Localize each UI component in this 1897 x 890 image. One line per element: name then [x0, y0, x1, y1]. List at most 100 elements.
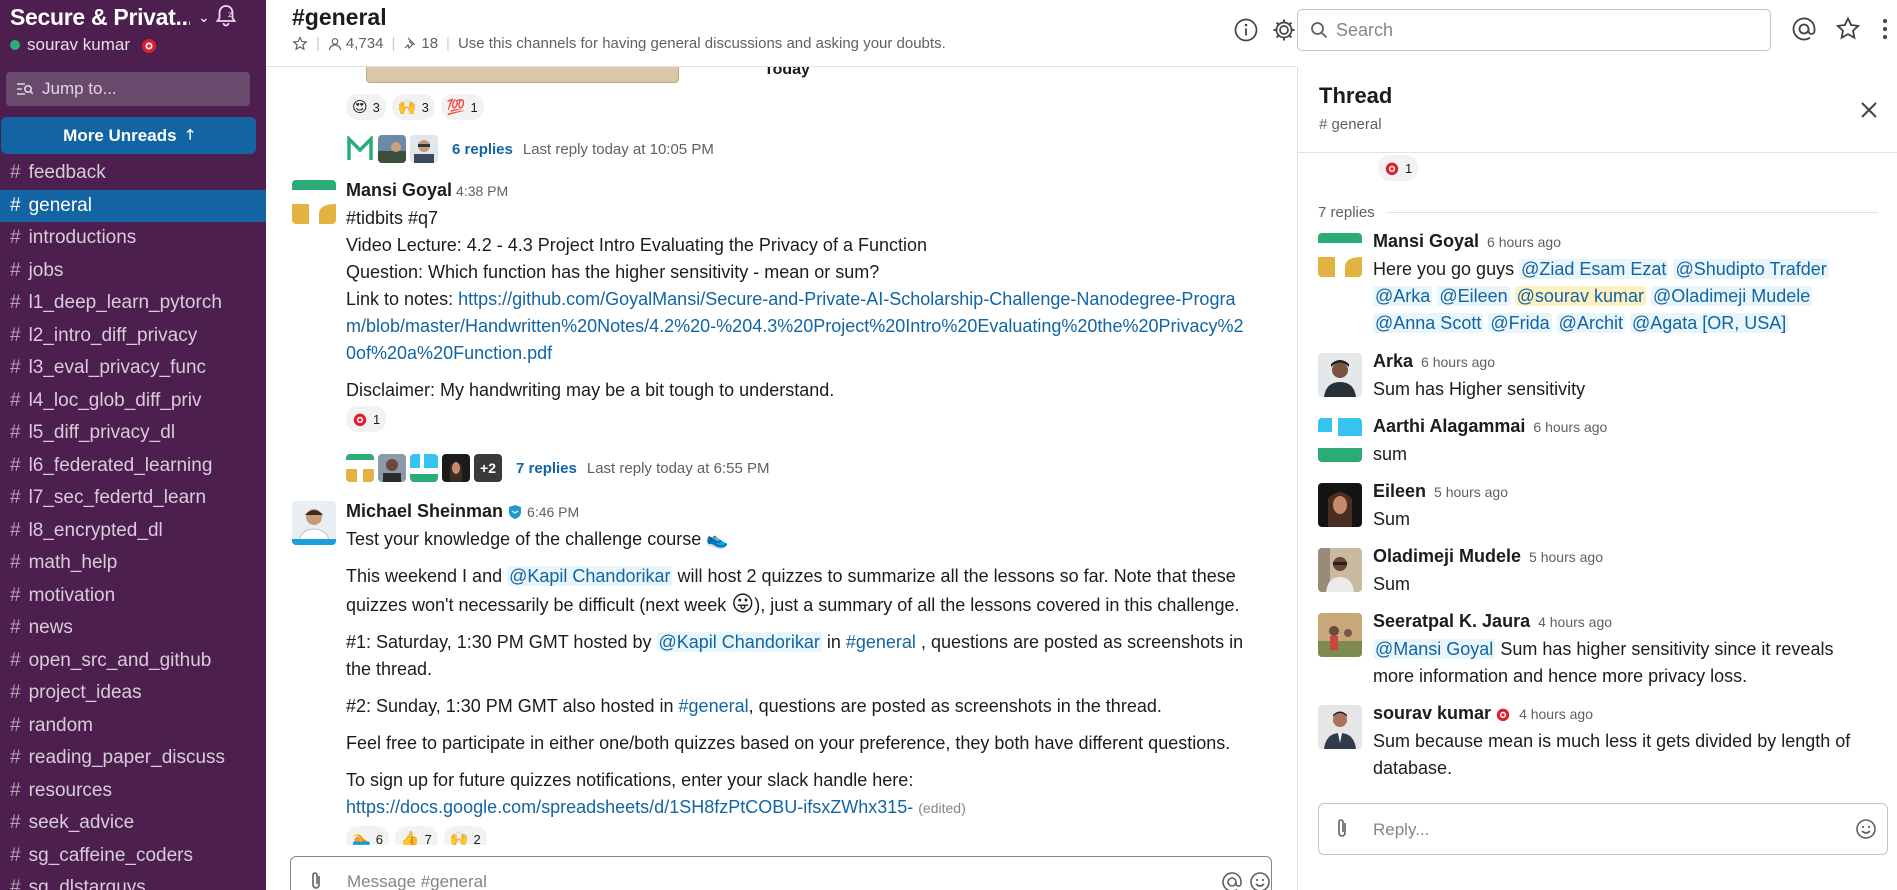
emoji-picker-icon[interactable]: [1249, 871, 1271, 890]
sidebar-channel-reading_paper_discuss[interactable]: # reading_paper_discuss: [0, 742, 266, 775]
sidebar-channel-jobs[interactable]: # jobs: [0, 255, 266, 288]
star-icon[interactable]: [292, 35, 308, 52]
message-composer[interactable]: Message #general: [290, 856, 1272, 890]
user-mention[interactable]: @Oladimeji Mudele: [1650, 286, 1813, 306]
reaction-chip[interactable]: 💯 1: [440, 94, 484, 120]
channel-topic[interactable]: Use this channels for having general dis…: [458, 35, 946, 52]
reply-count[interactable]: 7 replies: [516, 460, 577, 477]
message-timestamp[interactable]: 6 hours ago: [1487, 234, 1561, 250]
avatar[interactable]: [1318, 705, 1362, 749]
user-mention[interactable]: @Frida: [1488, 313, 1552, 333]
user-mention[interactable]: @Anna Scott: [1373, 313, 1484, 333]
message-author[interactable]: sourav kumar: [1373, 703, 1491, 723]
emoji-picker-icon[interactable]: [1855, 818, 1877, 840]
sidebar-channel-l7_sec_federtd_learn[interactable]: # l7_sec_federtd_learn: [0, 482, 266, 515]
sidebar-channel-random[interactable]: # random: [0, 710, 266, 743]
notes-link[interactable]: https://github.com/GoyalMansi/Secure-and…: [346, 289, 1244, 363]
avatar[interactable]: [1318, 418, 1362, 462]
avatar[interactable]: [1318, 233, 1362, 277]
notification-bell-icon[interactable]: z: [213, 2, 239, 28]
message-author[interactable]: Seeratpal K. Jaura: [1373, 611, 1530, 631]
sidebar-channel-l6_federated_learning[interactable]: # l6_federated_learning: [0, 450, 266, 483]
message-timestamp[interactable]: 6 hours ago: [1421, 354, 1495, 370]
message-timestamp[interactable]: 6:46 PM: [527, 504, 579, 520]
sidebar-channel-introductions[interactable]: # introductions: [0, 222, 266, 255]
reaction-chip[interactable]: 👍 7: [394, 826, 438, 845]
previous-message-image[interactable]: [366, 67, 679, 83]
sidebar-channel-l8_encrypted_dl[interactable]: # l8_encrypted_dl: [0, 515, 266, 548]
paperclip-icon[interactable]: [307, 871, 325, 890]
avatar[interactable]: [292, 501, 336, 545]
more-unreads-button[interactable]: More Unreads 🡑: [1, 117, 256, 154]
avatar[interactable]: [1318, 353, 1362, 397]
sidebar-channel-news[interactable]: # news: [0, 612, 266, 645]
sidebar-channel-l1_deep_learn_pytorch[interactable]: # l1_deep_learn_pytorch: [0, 287, 266, 320]
member-count[interactable]: 4,734: [328, 35, 383, 52]
message-author[interactable]: Mansi Goyal: [346, 180, 452, 200]
thread-summary[interactable]: +2 7 replies Last reply today at 6:55 PM: [346, 453, 769, 483]
message-timestamp[interactable]: 5 hours ago: [1529, 549, 1603, 565]
mentions-icon[interactable]: [1791, 16, 1817, 42]
reply-count[interactable]: 6 replies: [452, 141, 513, 158]
close-icon[interactable]: [1858, 99, 1880, 121]
channel-link[interactable]: #general: [846, 632, 916, 652]
channel-link[interactable]: #general: [679, 696, 749, 716]
message-author[interactable]: Michael Sheinman: [346, 501, 503, 521]
reaction-chip[interactable]: 🙌 2: [443, 826, 487, 845]
channel-title[interactable]: #general: [292, 4, 387, 31]
sidebar-channel-sg_dlstarguys[interactable]: # sg_dlstarguys: [0, 872, 266, 890]
sidebar-channel-feedback[interactable]: # feedback: [0, 157, 266, 190]
thread-summary[interactable]: 6 replies Last reply today at 10:05 PM: [346, 134, 714, 164]
avatar[interactable]: [1318, 483, 1362, 527]
reaction-chip[interactable]: 1: [346, 406, 387, 432]
message-timestamp[interactable]: 4 hours ago: [1538, 614, 1612, 630]
chevron-down-icon[interactable]: ⌄: [198, 9, 210, 26]
thread-reply-input[interactable]: Reply...: [1318, 803, 1888, 855]
message-author[interactable]: Aarthi Alagammai: [1373, 416, 1525, 436]
avatar[interactable]: [1318, 613, 1362, 657]
reaction-chip[interactable]: 🏊 6: [346, 826, 389, 845]
sidebar-channel-l2_intro_diff_privacy[interactable]: # l2_intro_diff_privacy: [0, 320, 266, 353]
reaction-chip[interactable]: 1: [1378, 155, 1419, 181]
gear-icon[interactable]: [1271, 17, 1297, 43]
avatar[interactable]: [1318, 548, 1362, 592]
user-mention[interactable]: @Shudipto Trafder: [1673, 259, 1829, 279]
sidebar-channel-math_help[interactable]: # math_help: [0, 547, 266, 580]
user-mention[interactable]: @Arka: [1373, 286, 1433, 306]
paperclip-icon[interactable]: [1333, 818, 1351, 840]
reaction-chip[interactable]: 😍 3: [346, 94, 386, 120]
message-author[interactable]: Oladimeji Mudele: [1373, 546, 1521, 566]
message-author[interactable]: Eileen: [1373, 481, 1426, 501]
message-timestamp[interactable]: 5 hours ago: [1434, 484, 1508, 500]
sidebar-channel-project_ideas[interactable]: # project_ideas: [0, 677, 266, 710]
thread-channel[interactable]: # general: [1319, 116, 1382, 133]
sidebar-channel-seek_advice[interactable]: # seek_advice: [0, 807, 266, 840]
self-mention[interactable]: @sourav kumar: [1514, 286, 1646, 306]
user-mention[interactable]: @Kapil Chandorikar: [656, 632, 822, 652]
message-author[interactable]: Mansi Goyal: [1373, 231, 1479, 251]
sidebar-channel-sg_caffeine_coders[interactable]: # sg_caffeine_coders: [0, 840, 266, 873]
sidebar-channel-resources[interactable]: # resources: [0, 775, 266, 808]
info-icon[interactable]: [1233, 17, 1259, 43]
message-timestamp[interactable]: 6 hours ago: [1533, 419, 1607, 435]
message-timestamp[interactable]: 4 hours ago: [1519, 706, 1593, 722]
sidebar-channel-motivation[interactable]: # motivation: [0, 580, 266, 613]
user-mention[interactable]: @Agata [OR, USA]: [1629, 313, 1789, 333]
jump-to-button[interactable]: Jump to...: [6, 72, 250, 106]
pinned-count[interactable]: 18: [403, 35, 438, 52]
reaction-chip[interactable]: 🙌 3: [391, 94, 435, 120]
user-mention[interactable]: @Ziad Esam Ezat: [1519, 259, 1669, 279]
more-menu-icon[interactable]: [1878, 16, 1892, 42]
current-user[interactable]: sourav kumar: [10, 34, 260, 56]
workspace-name[interactable]: Secure & Privat...: [10, 4, 190, 31]
message-author[interactable]: Arka: [1373, 351, 1413, 371]
message-timestamp[interactable]: 4:38 PM: [456, 183, 508, 199]
user-mention[interactable]: @Eileen: [1437, 286, 1510, 306]
spreadsheet-link[interactable]: https://docs.google.com/spreadsheets/d/1…: [346, 797, 913, 817]
sidebar-channel-l5_diff_privacy_dl[interactable]: # l5_diff_privacy_dl: [0, 417, 266, 450]
sidebar-channel-general[interactable]: # general: [0, 189, 266, 222]
starred-icon[interactable]: [1835, 16, 1861, 42]
mention-icon[interactable]: [1221, 871, 1243, 890]
avatar[interactable]: [292, 180, 336, 224]
sidebar-channel-open_src_and_github[interactable]: # open_src_and_github: [0, 645, 266, 678]
